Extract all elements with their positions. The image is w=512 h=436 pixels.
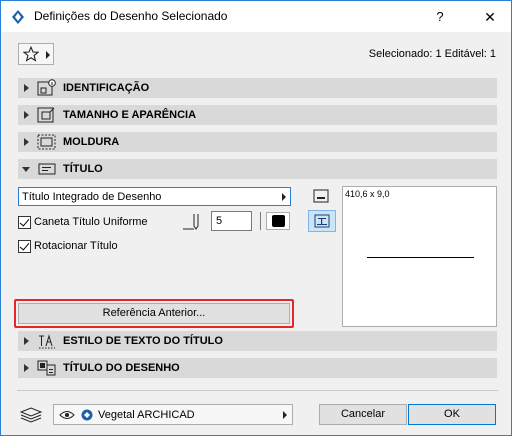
eye-icon <box>59 411 75 419</box>
previous-reference-button[interactable]: Referência Anterior... <box>18 303 290 324</box>
frame-icon <box>37 134 56 150</box>
section-label: TÍTULO DO DESENHO <box>63 362 180 374</box>
size-icon <box>37 107 55 123</box>
section-identificacao[interactable]: IDENTIFICAÇÃO <box>18 78 497 98</box>
expand-arrow-icon <box>24 337 29 345</box>
section-label: MOLDURA <box>63 136 120 148</box>
text-style-icon <box>39 334 55 349</box>
section-tamanho[interactable]: TAMANHO E APARÊNCIA <box>18 105 497 125</box>
section-label: IDENTIFICAÇÃO <box>63 82 150 94</box>
pen-icon <box>183 214 199 230</box>
section-label: TÍTULO <box>63 163 103 175</box>
identification-icon <box>37 79 56 96</box>
divider <box>260 212 261 230</box>
chevron-right-icon <box>283 411 287 419</box>
selected-count: Selecionado: 1 Editável: 1 <box>368 48 496 60</box>
chevron-right-icon <box>46 51 50 59</box>
layer-status-icon <box>81 409 93 421</box>
cancel-button[interactable]: Cancelar <box>319 404 407 425</box>
title-type-value: Título Integrado de Desenho <box>22 191 162 203</box>
pen-number-value: 5 <box>216 215 223 227</box>
collapse-arrow-icon <box>22 167 30 172</box>
title-format-toggle[interactable] <box>308 210 336 232</box>
drawing-title-icon <box>37 360 56 376</box>
rotate-title-label: Rotacionar Título <box>34 240 118 252</box>
preview-size-text: 410,6 x 9,0 <box>345 189 390 199</box>
title-icon <box>38 163 56 175</box>
ok-button[interactable]: OK <box>408 404 496 425</box>
window-title: Definições do Desenho Selecionado <box>34 9 228 23</box>
title-type-select[interactable]: Título Integrado de Desenho <box>18 187 291 206</box>
uniform-pen-checkbox[interactable] <box>18 216 31 229</box>
rotate-title-checkbox[interactable] <box>18 240 31 253</box>
text-format-icon <box>314 214 330 228</box>
title-preview-box: 410,6 x 9,0 <box>342 186 497 327</box>
pen-number-input[interactable]: 5 <box>211 211 252 231</box>
expand-arrow-icon <box>24 84 29 92</box>
layer-select[interactable]: Vegetal ARCHICAD <box>53 404 293 425</box>
layer-name: Vegetal ARCHICAD <box>98 409 195 421</box>
preview-title-line <box>367 257 474 258</box>
layers-icon <box>19 407 43 423</box>
section-titulo[interactable]: TÍTULO <box>18 159 497 179</box>
section-moldura[interactable]: MOLDURA <box>18 132 497 152</box>
expand-arrow-icon <box>24 364 29 372</box>
close-button[interactable]: ✕ <box>479 6 501 28</box>
app-icon <box>12 10 24 24</box>
star-icon <box>23 46 39 62</box>
pen-color-swatch[interactable] <box>266 212 290 230</box>
favorites-button[interactable] <box>18 43 54 65</box>
section-estilo-texto[interactable]: ESTILO DE TEXTO DO TÍTULO <box>18 331 497 351</box>
expand-arrow-icon <box>24 111 29 119</box>
section-titulo-desenho[interactable]: TÍTULO DO DESENHO <box>18 358 497 378</box>
section-label: TAMANHO E APARÊNCIA <box>63 109 197 121</box>
dialog-window: Definições do Desenho Selecionado ? ✕ Se… <box>0 0 512 436</box>
chevron-right-icon <box>282 193 286 201</box>
divider <box>17 390 498 391</box>
help-button[interactable]: ? <box>429 6 451 28</box>
title-bar: Definições do Desenho Selecionado ? ✕ <box>1 1 511 32</box>
uniform-pen-label: Caneta Título Uniforme <box>34 216 148 228</box>
title-preview-icon[interactable] <box>313 189 329 203</box>
section-label: ESTILO DE TEXTO DO TÍTULO <box>63 335 223 347</box>
expand-arrow-icon <box>24 138 29 146</box>
